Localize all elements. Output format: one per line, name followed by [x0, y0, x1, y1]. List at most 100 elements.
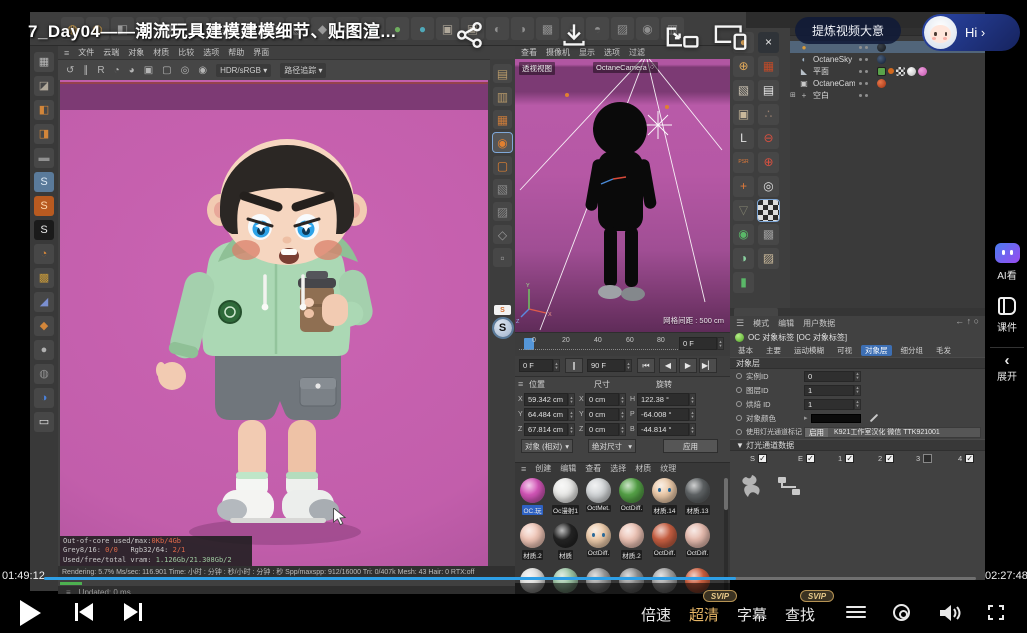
colorspace-dropdown[interactable]: HDR/sRGB ▾ [216, 64, 271, 77]
spinner[interactable]: ▲▼ [568, 423, 575, 436]
speed-button[interactable]: 倍速 [641, 604, 671, 625]
play-forward-button[interactable]: ▶▏ [699, 358, 717, 373]
figure-icon[interactable]: ◉ [733, 224, 754, 245]
quality-button[interactable]: 超清 [689, 604, 719, 625]
instance-id-field[interactable]: 0 [804, 371, 854, 382]
pos-z-field[interactable]: 67.814 cm [524, 423, 568, 436]
octane-menu-3[interactable]: 材质 [153, 47, 169, 58]
gem-icon[interactable]: ◆ [34, 316, 54, 336]
weave-icon[interactable]: ▩ [34, 268, 54, 288]
enable-button[interactable]: 启用 [805, 428, 828, 437]
light-channel-3[interactable]: 3 [916, 454, 932, 463]
spinner[interactable]: ▲▼ [854, 385, 861, 396]
visibility-dots[interactable] [855, 58, 871, 61]
primitive-icon[interactable]: ● [411, 17, 434, 40]
camera-viewport[interactable]: Y X Z 透视视图 OctaneCamera ⁘ 网格间距 : 500 cm [515, 59, 730, 332]
pick-tool-icon[interactable]: ◉ [493, 133, 512, 152]
view-label[interactable]: 透视视图 [519, 62, 555, 75]
edge-mode-icon[interactable]: ◧ [34, 100, 54, 120]
point-mode-icon[interactable]: ◨ [34, 124, 54, 144]
viewport-menu-2[interactable]: 显示 [579, 47, 595, 58]
model-mode-icon[interactable]: ◪ [34, 76, 54, 96]
octane-badge-icon[interactable]: S [34, 172, 54, 192]
octane-cam-tag-icon[interactable] [877, 79, 886, 88]
octane-render-view[interactable]: Out-of-core used/max:0Kb/4Gb Grey8/16: 0… [60, 80, 488, 566]
frame-spinner[interactable]: ▲▼ [717, 337, 724, 350]
octane-tool-icon[interactable]: ◕ [129, 65, 135, 76]
viewport-menu-4[interactable]: 过滤 [629, 47, 645, 58]
magnifier-icon[interactable]: ◎ [758, 176, 779, 197]
sphere-icon[interactable]: ● [34, 340, 54, 360]
wireframe-icon[interactable]: ◍ [34, 364, 54, 384]
end-frame-field[interactable]: 90 F [587, 359, 625, 372]
keyframe-dot-icon[interactable] [736, 387, 742, 393]
light-channel-2[interactable]: 2✓ [878, 454, 894, 463]
octane-tool-icon[interactable]: ◉ [198, 65, 207, 76]
swirl-icon[interactable]: ◔ [34, 244, 54, 264]
octane-tool-icon[interactable]: ◔ [114, 65, 120, 76]
octane-tool-icon[interactable]: ↺ [66, 65, 74, 76]
menu-icon[interactable]: ≡ [521, 464, 526, 474]
octane-menu-2[interactable]: 对象 [128, 47, 144, 58]
goto-start-button[interactable]: ⏮ [637, 358, 655, 373]
subtract-icon[interactable]: ⊖ [758, 128, 779, 149]
kernel-dropdown[interactable]: 路径追踪 ▾ [280, 63, 326, 78]
octane-badge-icon[interactable]: S [34, 220, 54, 240]
material-item[interactable]: OctDiff. [650, 523, 679, 567]
prev-frame-button[interactable]: ◀ [659, 358, 677, 373]
pos-x-field[interactable]: 59.342 cm [524, 393, 568, 406]
history-nav[interactable]: ← ↑ ○ [955, 316, 979, 326]
menu-icon[interactable]: ☰ [736, 318, 744, 329]
coord-mode-dropdown[interactable]: 对象 (相对)▾ [521, 439, 573, 453]
volume-icon[interactable] [938, 603, 962, 623]
camera-label[interactable]: OctaneCamera ⁘ [593, 62, 658, 73]
rot-b-field[interactable]: -44.814 ° [637, 423, 689, 436]
cube-view-icon[interactable]: ▥ [493, 87, 512, 106]
octane-tool-icon[interactable]: ▣ [144, 65, 153, 76]
spinner[interactable]: ▲▼ [619, 423, 626, 436]
octane-s-badge-icon[interactable]: S [494, 305, 511, 315]
material-item[interactable]: OC.玩 [518, 478, 547, 522]
tool-icon[interactable]: ▧ [493, 179, 512, 198]
keyframe-dot-icon[interactable] [736, 415, 742, 421]
keyframe-dot-icon[interactable] [736, 373, 742, 379]
spinner[interactable]: ▲▼ [619, 393, 626, 406]
keyframe-dot-icon[interactable] [736, 429, 742, 435]
material-item[interactable]: 材质.14 [650, 478, 679, 522]
light-channel-S[interactable]: S✓ [750, 454, 767, 463]
plane-icon[interactable]: ▭ [34, 412, 54, 432]
material-item[interactable]: 材质 [551, 523, 580, 567]
orange-dot-tag-icon[interactable] [888, 68, 894, 74]
recycle-icon[interactable]: ▽ [733, 200, 754, 221]
spinner[interactable]: ▲▼ [568, 408, 575, 421]
material-item[interactable]: OctDiff. [584, 523, 613, 567]
start-frame-field[interactable]: 0 F [519, 359, 553, 372]
settings-icon[interactable] [893, 604, 910, 621]
spinner[interactable]: ▲▼ [854, 371, 861, 382]
ruler-icon[interactable]: L [733, 128, 754, 149]
cube-view-icon[interactable]: ▦ [493, 110, 512, 129]
material-item[interactable]: Oc漫射1 [551, 478, 580, 522]
object-row-平面[interactable]: ◣平面 [790, 65, 985, 77]
tab-可视[interactable]: 可视 [833, 345, 856, 356]
region-tool-icon[interactable]: ▢ [493, 156, 512, 175]
subtitles-button[interactable]: 字幕 [737, 604, 767, 625]
octane-tool-icon[interactable]: ◎ [181, 65, 190, 76]
attribute-menu-2[interactable]: 用户数据 [803, 318, 835, 329]
visibility-dots[interactable] [855, 46, 871, 49]
tab-运动模糊[interactable]: 运动模糊 [790, 345, 828, 356]
play-button[interactable] [20, 600, 41, 626]
cube-view-icon[interactable]: ▤ [493, 64, 512, 83]
half-sphere-icon[interactable]: ◑ [733, 248, 754, 269]
octane-s-logo-icon[interactable]: S [494, 319, 512, 337]
rot-h-field[interactable]: 122.38 ° [637, 393, 689, 406]
tag-enabled-icon[interactable] [735, 333, 744, 342]
mat-white-tag-icon[interactable] [907, 67, 916, 76]
octane-tool-icon[interactable]: ∥ [83, 65, 88, 76]
spinner[interactable]: ▲▼ [854, 399, 861, 410]
menu-icon[interactable]: ≡ [518, 379, 523, 389]
object-row-空白[interactable]: ⊞+空白 [790, 89, 985, 101]
tool-icon[interactable]: ▫ [493, 248, 512, 267]
octane-badge-icon[interactable]: S [34, 196, 54, 216]
keyframe-dot-icon[interactable] [736, 401, 742, 407]
